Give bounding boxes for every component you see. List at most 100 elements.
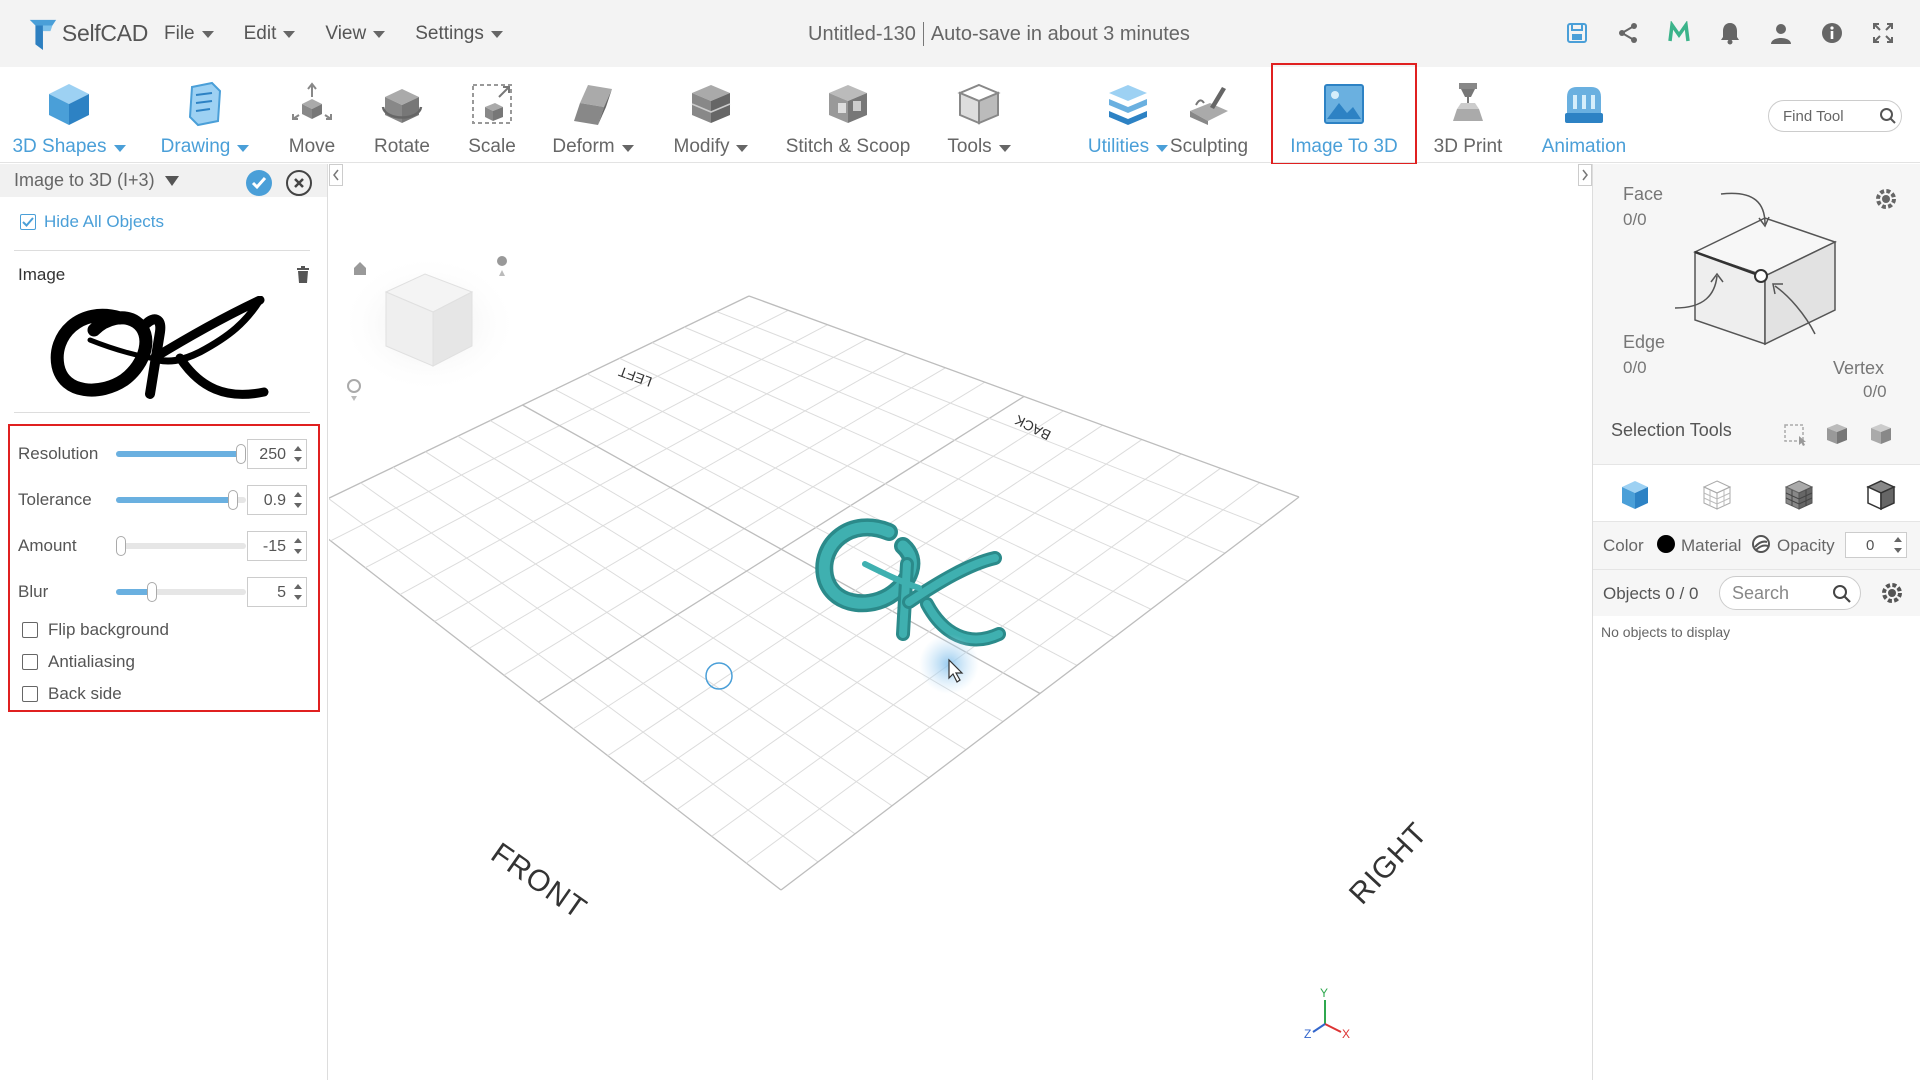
bell-icon[interactable] <box>1715 18 1745 48</box>
tool-rotate[interactable]: Rotate <box>370 67 434 163</box>
save-icon[interactable] <box>1562 18 1592 48</box>
3d-viewport[interactable]: FRONT RIGHT LEFT BACK Y X Z <box>295 164 1591 1076</box>
cancel-button[interactable] <box>286 170 312 196</box>
tool-3d-shapes-label: 3D Shapes <box>12 136 107 157</box>
chevron-right-icon <box>1582 169 1588 181</box>
spin-down-icon[interactable] <box>294 503 302 508</box>
solid-mode-icon[interactable] <box>1865 479 1897 511</box>
tool-drawing[interactable]: Drawing <box>152 67 258 163</box>
spin-down-icon[interactable] <box>294 595 302 600</box>
blur-slider[interactable] <box>116 582 246 602</box>
light-icon[interactable] <box>497 256 507 276</box>
collapse-left-panel-button[interactable] <box>329 164 343 186</box>
edge-label[interactable]: Edge <box>1623 332 1665 353</box>
menu-view[interactable]: View <box>325 23 386 45</box>
spin-up-icon[interactable] <box>294 492 302 497</box>
check-icon <box>251 177 267 190</box>
tool-move[interactable]: Move <box>282 67 342 163</box>
m-brand-icon[interactable] <box>1664 18 1694 48</box>
wireframe-mode-icon[interactable] <box>1701 479 1733 511</box>
share-icon[interactable] <box>1613 18 1643 48</box>
tolerance-slider[interactable] <box>116 490 246 510</box>
slider-thumb[interactable] <box>228 490 238 510</box>
tool-stitch-scoop[interactable]: Stitch & Scoop <box>784 67 912 163</box>
find-tool-input[interactable] <box>1783 107 1879 125</box>
color-swatch[interactable] <box>1657 535 1675 553</box>
tool-scale[interactable]: Scale <box>464 67 520 163</box>
chevron-down-icon <box>113 144 126 152</box>
tolerance-input[interactable]: 0.9 <box>247 485 307 515</box>
back-side-checkbox[interactable] <box>22 686 38 702</box>
select-all-icon[interactable] <box>1869 422 1895 446</box>
face-label[interactable]: Face <box>1623 184 1663 205</box>
pivot-marker[interactable] <box>705 662 733 690</box>
gear-icon[interactable] <box>1879 580 1905 606</box>
blur-input[interactable]: 5 <box>247 577 307 607</box>
menu-edit[interactable]: Edit <box>244 23 296 45</box>
panel-dropdown-caret-icon[interactable] <box>164 175 179 186</box>
tool-modify[interactable]: Modify <box>670 67 752 163</box>
spin-up-icon[interactable] <box>294 446 302 451</box>
viewport-scene: FRONT RIGHT LEFT BACK Y X Z <box>295 254 1434 1041</box>
trash-icon[interactable] <box>296 266 310 284</box>
select-connected-icon[interactable] <box>1825 422 1851 446</box>
spin-down-icon[interactable] <box>294 549 302 554</box>
box-select-icon[interactable] <box>1783 422 1809 446</box>
info-icon[interactable] <box>1817 18 1847 48</box>
search-icon[interactable] <box>1832 584 1852 604</box>
tool-3d-print[interactable]: 3D Print <box>1430 67 1506 163</box>
confirm-button[interactable] <box>246 170 272 196</box>
gear-icon[interactable] <box>1873 186 1899 212</box>
spin-down-icon[interactable] <box>294 457 302 462</box>
chevron-down-icon <box>201 31 214 38</box>
flip-background-checkbox[interactable] <box>22 622 38 638</box>
back-side-option[interactable]: Back side <box>22 684 122 704</box>
camera-orbit-icon[interactable] <box>347 379 361 401</box>
image-section-label: Image <box>18 265 66 284</box>
document-title[interactable]: Untitled-130 <box>808 23 916 46</box>
tools-icon <box>953 78 1005 130</box>
slider-thumb[interactable] <box>116 536 126 556</box>
slider-thumb[interactable] <box>147 582 158 602</box>
search-icon[interactable] <box>1879 107 1897 125</box>
app-name: SelfCAD <box>61 20 148 46</box>
menu-file[interactable]: File <box>164 23 214 45</box>
spin-up-icon[interactable] <box>294 538 302 543</box>
collapse-right-panel-button[interactable] <box>1578 164 1592 186</box>
modify-icon <box>685 78 737 130</box>
antialiasing-option[interactable]: Antialiasing <box>22 652 135 672</box>
selection-tools-label: Selection Tools <box>1611 420 1732 440</box>
spin-up-icon[interactable] <box>1894 537 1902 542</box>
tool-3d-shapes[interactable]: 3D Shapes <box>12 67 126 163</box>
tool-tools[interactable]: Tools <box>944 67 1014 163</box>
hide-all-objects-toggle[interactable]: Hide All Objects <box>20 212 164 232</box>
menu-settings[interactable]: Settings <box>415 23 503 45</box>
opacity-input[interactable]: 0 <box>1845 532 1907 558</box>
amount-input[interactable]: -15 <box>247 531 307 561</box>
object-mode-icon[interactable] <box>1619 479 1651 511</box>
spin-up-icon[interactable] <box>294 584 302 589</box>
tool-sculpting[interactable]: Sculpting <box>1166 67 1252 163</box>
material-icon[interactable] <box>1751 534 1771 554</box>
amount-slider[interactable] <box>116 536 246 556</box>
fullscreen-icon[interactable] <box>1868 18 1898 48</box>
slider-thumb[interactable] <box>236 444 246 464</box>
flip-background-option[interactable]: Flip background <box>22 620 169 640</box>
antialiasing-checkbox[interactable] <box>22 654 38 670</box>
home-view-icon[interactable] <box>354 262 366 275</box>
menu-edit-label: Edit <box>243 22 277 44</box>
tool-image-to-3d[interactable]: Image To 3D <box>1271 63 1417 165</box>
tool-deform[interactable]: Deform <box>550 67 636 163</box>
app-logo[interactable]: SelfCAD <box>26 15 148 53</box>
tool-utilities[interactable]: Utilities <box>1078 67 1178 163</box>
axis-x-label: X <box>1342 1027 1350 1041</box>
tool-move-label: Move <box>288 136 336 157</box>
resolution-input[interactable]: 250 <box>247 439 307 469</box>
spin-down-icon[interactable] <box>1894 548 1902 553</box>
hide-all-checkbox[interactable] <box>20 214 36 230</box>
mesh-mode-icon[interactable] <box>1783 479 1815 511</box>
objects-search-input[interactable] <box>1732 583 1824 604</box>
tool-animation[interactable]: Animation <box>1536 67 1632 163</box>
user-icon[interactable] <box>1766 18 1796 48</box>
resolution-slider[interactable] <box>116 444 246 464</box>
